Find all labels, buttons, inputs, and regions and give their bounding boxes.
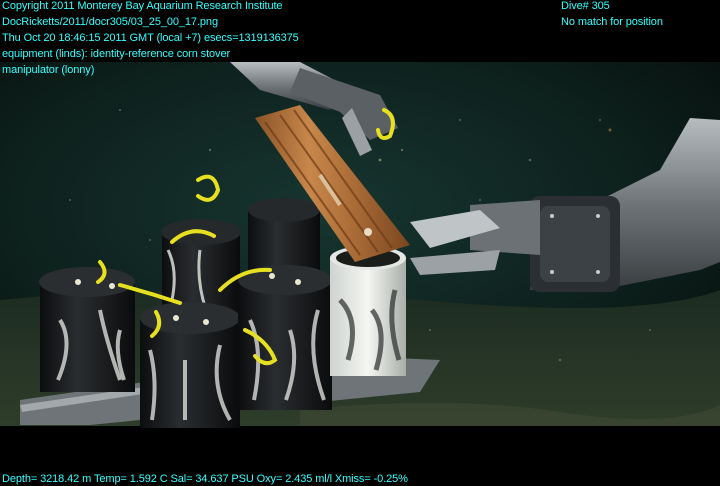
canister-back-mid	[248, 198, 320, 270]
overlay-filename: DocRicketts/2011/docr305/03_25_00_17.png	[2, 16, 218, 28]
overlay-manipulator: manipulator (lonny)	[2, 64, 95, 76]
overlay-timestamp: Thu Oct 20 18:46:15 2011 GMT (local +7) …	[2, 32, 299, 44]
core-tube	[330, 246, 406, 376]
overlay-metadata: Copyright 2011 Monterey Bay Aquarium Res…	[2, 0, 299, 78]
canister-front-right	[238, 265, 332, 410]
overlay-sensor-readout: Depth= 3218.42 m Temp= 1.592 C Sal= 34.6…	[2, 473, 408, 485]
overlay-equipment: equipment (linds): identity-reference co…	[2, 48, 231, 60]
canister-front-mid	[140, 302, 240, 428]
overlay-dive-info: Dive# 305 No match for position	[561, 0, 663, 30]
video-frame: Copyright 2011 Monterey Bay Aquarium Res…	[0, 0, 720, 486]
overlay-dive-number: Dive# 305	[561, 0, 610, 12]
overlay-copyright: Copyright 2011 Monterey Bay Aquarium Res…	[2, 0, 283, 12]
overlay-position-status: No match for position	[561, 16, 663, 28]
